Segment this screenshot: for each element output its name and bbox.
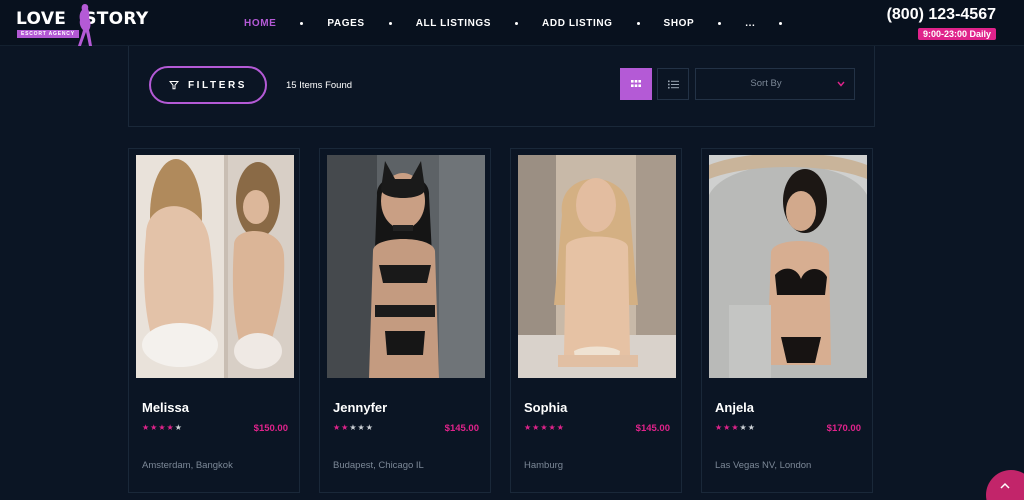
grid-view-icon <box>631 80 641 87</box>
list-view-button[interactable] <box>657 68 689 100</box>
listing-price: $145.00 <box>635 423 670 434</box>
opening-hours-badge: 9:00-23:00 Daily <box>917 28 996 40</box>
star-empty-icon: ★ <box>747 423 755 432</box>
listing-location: Budapest, Chicago IL <box>333 460 424 471</box>
star-filled-icon: ★ <box>540 423 548 432</box>
scroll-to-top-button[interactable] <box>986 470 1024 500</box>
listing-card[interactable]: Anjela ★ ★ ★ ★ ★ $170.00 Las Vegas NV, Londo… <box>701 148 873 493</box>
listing-price: $150.00 <box>253 423 288 434</box>
listing-photo[interactable] <box>136 155 294 378</box>
phone-number[interactable]: (800) 123-4567 <box>887 6 996 24</box>
star-filled-icon: ★ <box>150 423 158 432</box>
nav-item-add-listing[interactable]: ADD LISTING <box>542 18 613 29</box>
listing-photo[interactable] <box>327 155 485 378</box>
star-empty-icon: ★ <box>365 423 373 432</box>
chevron-up-icon <box>1000 482 1010 489</box>
nav-separator <box>388 21 392 25</box>
model-photo <box>709 155 867 378</box>
chevron-down-icon <box>837 81 845 87</box>
nav-item-more[interactable]: ... <box>745 18 755 29</box>
listing-card[interactable]: Melissa ★ ★ ★ ★ ★ $150.00 Amsterdam, Bangkok <box>128 148 300 493</box>
listing-toolbar: FILTERS 15 Items Found Sort By <box>128 46 875 127</box>
listing-location: Amsterdam, Bangkok <box>142 460 233 471</box>
nav-separator <box>300 21 304 25</box>
nav-item-pages[interactable]: PAGES <box>327 18 364 29</box>
grid-view-button[interactable] <box>620 68 652 100</box>
listing-photo[interactable] <box>518 155 676 378</box>
star-empty-icon: ★ <box>357 423 365 432</box>
sort-label: Sort By <box>750 78 782 89</box>
star-filled-icon: ★ <box>158 423 166 432</box>
listing-location: Las Vegas NV, London <box>715 460 812 471</box>
brand-logo[interactable]: LOVE STORY ESCORT AGENCY <box>16 4 156 46</box>
star-filled-icon: ★ <box>166 423 174 432</box>
star-empty-icon: ★ <box>349 423 357 432</box>
star-filled-icon: ★ <box>715 423 723 432</box>
listing-photo[interactable] <box>709 155 867 378</box>
nav-separator <box>515 21 519 25</box>
listing-location: Hamburg <box>524 460 564 471</box>
model-photo <box>327 155 485 378</box>
listing-card[interactable]: Sophia ★ ★ ★ ★ ★ $145.00 Hamburg <box>510 148 682 493</box>
rating-stars: ★ ★ ★ ★ ★ <box>142 423 183 433</box>
model-photo <box>136 155 294 378</box>
rating-stars: ★ ★ ★ ★ ★ <box>524 423 565 433</box>
listing-name[interactable]: Sophia <box>524 400 567 415</box>
star-filled-icon: ★ <box>556 423 564 432</box>
main-nav: HOME PAGES ALL LISTINGS ADD LISTING SHOP… <box>244 16 806 30</box>
nav-separator <box>636 21 640 25</box>
star-filled-icon: ★ <box>524 423 532 432</box>
star-filled-icon: ★ <box>532 423 540 432</box>
rating-stars: ★ ★ ★ ★ ★ <box>333 423 374 433</box>
list-view-icon <box>667 80 679 88</box>
sort-select[interactable]: Sort By <box>695 68 855 100</box>
star-filled-icon: ★ <box>333 423 341 432</box>
nav-item-home[interactable]: HOME <box>244 18 276 29</box>
star-filled-icon: ★ <box>341 423 349 432</box>
nav-separator <box>718 21 722 25</box>
nav-separator <box>779 21 783 25</box>
rating-stars: ★ ★ ★ ★ ★ <box>715 423 756 433</box>
star-empty-icon: ★ <box>739 423 747 432</box>
star-filled-icon: ★ <box>142 423 150 432</box>
filters-button[interactable]: FILTERS <box>149 66 267 104</box>
results-count: 15 Items Found <box>286 80 353 91</box>
listing-name[interactable]: Anjela <box>715 400 754 415</box>
listing-price: $170.00 <box>826 423 861 434</box>
site-header: LOVE STORY ESCORT AGENCY HOME PAGES ALL L… <box>0 0 1024 46</box>
nav-item-shop[interactable]: SHOP <box>664 18 695 29</box>
star-filled-icon: ★ <box>723 423 731 432</box>
listing-name[interactable]: Jennyfer <box>333 400 387 415</box>
star-filled-icon: ★ <box>548 423 556 432</box>
filters-label: FILTERS <box>187 79 248 91</box>
listing-card[interactable]: Jennyfer ★ ★ ★ ★ ★ $145.00 Budapest, Chicago… <box>319 148 491 493</box>
logo-silhouette-icon <box>78 4 92 46</box>
brand-tagline: ESCORT AGENCY <box>17 30 79 38</box>
listing-price: $145.00 <box>444 423 479 434</box>
star-filled-icon: ★ <box>731 423 739 432</box>
nav-item-all-listings[interactable]: ALL LISTINGS <box>416 18 491 29</box>
funnel-icon <box>168 81 179 90</box>
star-empty-icon: ★ <box>174 423 182 432</box>
model-photo <box>518 155 676 378</box>
listing-name[interactable]: Melissa <box>142 400 189 415</box>
